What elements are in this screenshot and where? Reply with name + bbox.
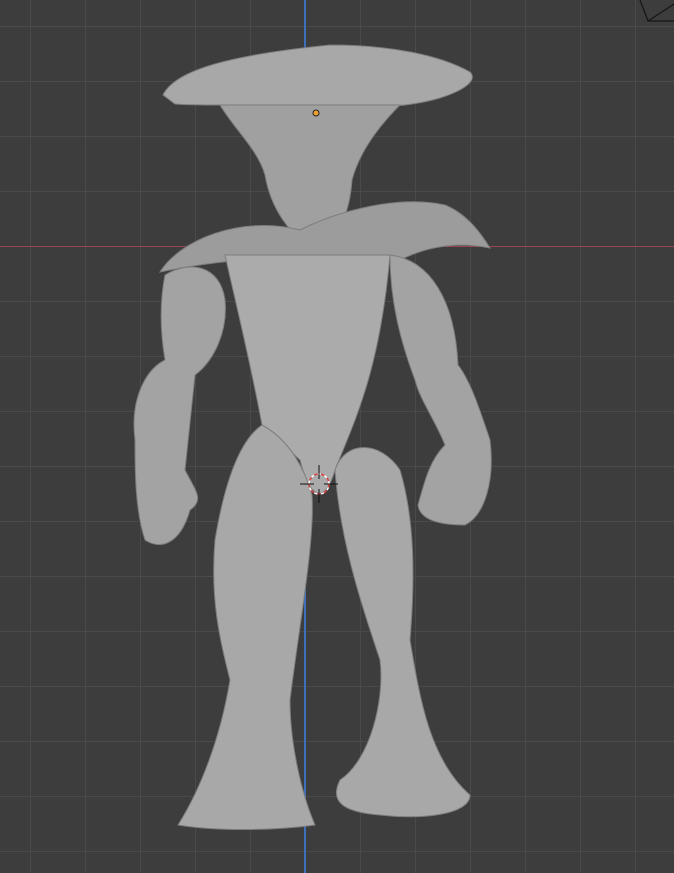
object-origin-icon[interactable]	[312, 109, 320, 117]
camera-icon[interactable]	[639, 0, 674, 22]
sculpt-mesh[interactable]	[133, 44, 492, 830]
3d-viewport[interactable]	[0, 0, 674, 873]
scene	[133, 0, 674, 830]
